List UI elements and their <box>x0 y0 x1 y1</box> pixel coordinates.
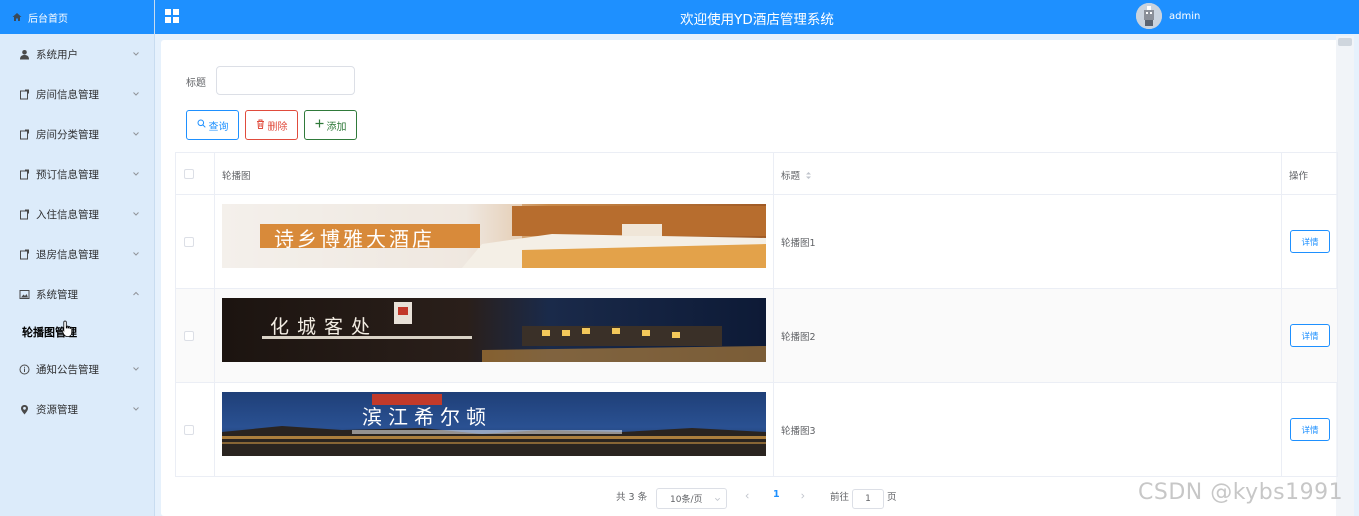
document-icon <box>19 129 30 140</box>
sidebar-home[interactable]: 后台首页 <box>0 0 154 34</box>
search-icon <box>197 119 206 131</box>
goto-page-input[interactable]: 1 <box>852 489 884 509</box>
sidebar-item-label: 房间分类管理 <box>36 128 99 141</box>
column-divider <box>214 153 215 476</box>
select-all-checkbox[interactable] <box>184 169 194 179</box>
query-button[interactable]: 查询 <box>186 110 239 140</box>
chevron-down-icon <box>132 365 140 373</box>
chevron-up-icon <box>132 290 140 298</box>
delete-button-label: 删除 <box>267 121 288 133</box>
column-header-title[interactable]: 标题 <box>781 168 812 182</box>
next-page-button[interactable] <box>799 492 806 500</box>
table-row: 诗乡博雅大酒店 轮播图1 详情 <box>176 195 1337 289</box>
pagination-total: 共 3 条 <box>616 492 648 503</box>
banner-image-3: 滨江希尔顿 <box>222 392 766 456</box>
detail-button[interactable]: 详情 <box>1290 418 1330 441</box>
sidebar-item-label: 预订信息管理 <box>36 168 99 181</box>
sort-icon[interactable] <box>805 171 812 180</box>
carousel-table: 轮播图 标题 操作 诗乡博雅大酒店 轮播图1 详情 化城客处 轮播图2 详情 滨… <box>175 152 1338 477</box>
sidebar-item-label: 通知公告管理 <box>36 363 99 376</box>
sidebar-item-label: 入住信息管理 <box>36 208 99 221</box>
row-checkbox[interactable] <box>184 331 194 341</box>
chevron-down-icon <box>132 250 140 258</box>
banner-image-1: 诗乡博雅大酒店 <box>222 204 766 268</box>
page-number-current[interactable]: 1 <box>773 489 780 500</box>
picture-icon <box>19 289 30 300</box>
delete-button[interactable]: 删除 <box>245 110 298 140</box>
sidebar-item-system-users[interactable]: 系统用户 <box>0 34 154 74</box>
sidebar-item-room-category[interactable]: 房间分类管理 <box>0 114 154 154</box>
chevron-down-icon <box>132 90 140 98</box>
goto-prefix: 前往 <box>830 492 850 503</box>
chevron-down-icon <box>132 50 140 58</box>
table-row: 化城客处 轮播图2 详情 <box>176 289 1337 383</box>
sidebar-item-label: 资源管理 <box>36 403 78 416</box>
sidebar-item-checkout[interactable]: 退房信息管理 <box>0 234 154 274</box>
table-row: 滨江希尔顿 轮播图3 详情 <box>176 383 1337 477</box>
query-button-label: 查询 <box>208 121 229 133</box>
sidebar-item-checkin[interactable]: 入住信息管理 <box>0 194 154 234</box>
sidebar-subitem-carousel[interactable]: 轮播图管理 <box>0 314 154 349</box>
sidebar-item-label: 退房信息管理 <box>36 248 99 261</box>
banner-text: 滨江希尔顿 <box>362 405 492 429</box>
vertical-scrollbar[interactable] <box>1336 36 1354 516</box>
top-header: 欢迎使用YD酒店管理系统 admin <box>155 0 1359 34</box>
column-divider <box>773 153 774 476</box>
row-checkbox[interactable] <box>184 425 194 435</box>
row-checkbox[interactable] <box>184 237 194 247</box>
sidebar: 后台首页 系统用户 房间信息管理 房间分类管理 预订信息管理 入住信息管理 退房… <box>0 0 155 516</box>
document-icon <box>19 209 30 220</box>
column-header-actions: 操作 <box>1289 171 1309 182</box>
hand-cursor-icon <box>61 320 73 337</box>
column-header-title-label: 标题 <box>781 171 801 182</box>
table-header: 轮播图 标题 操作 <box>176 153 1337 195</box>
sidebar-item-room-info[interactable]: 房间信息管理 <box>0 74 154 114</box>
info-icon <box>19 364 30 375</box>
sidebar-home-label: 后台首页 <box>28 13 68 25</box>
watermark: CSDN @kybs1991 <box>1138 480 1344 505</box>
sidebar-item-notice[interactable]: 通知公告管理 <box>0 349 154 389</box>
chevron-down-icon <box>132 170 140 178</box>
plus-icon <box>315 119 324 131</box>
avatar[interactable] <box>1136 3 1162 29</box>
trash-icon <box>256 119 265 132</box>
chevron-down-icon <box>132 405 140 413</box>
chevron-down-icon <box>132 130 140 138</box>
sidebar-item-system-manage[interactable]: 系统管理 <box>0 274 154 314</box>
title-search-input[interactable] <box>216 66 355 95</box>
chevron-down-icon <box>714 496 721 503</box>
detail-button[interactable]: 详情 <box>1290 230 1330 253</box>
search-label: 标题 <box>186 78 206 89</box>
page-size-value: 10条/页 <box>670 495 703 505</box>
sidebar-item-booking[interactable]: 预订信息管理 <box>0 154 154 194</box>
column-header-banner: 轮播图 <box>222 171 251 182</box>
username[interactable]: admin <box>1169 11 1200 22</box>
column-divider <box>1281 153 1282 476</box>
row-title: 轮播图1 <box>781 238 816 249</box>
sidebar-item-label: 系统用户 <box>36 48 78 61</box>
document-icon <box>19 249 30 260</box>
detail-button[interactable]: 详情 <box>1290 324 1330 347</box>
document-icon <box>19 169 30 180</box>
sidebar-item-label: 系统管理 <box>36 288 78 301</box>
add-button-label: 添加 <box>326 121 347 133</box>
banner-image-2: 化城客处 <box>222 298 766 362</box>
prev-page-button[interactable] <box>744 492 751 500</box>
row-title: 轮播图3 <box>781 426 816 437</box>
row-title: 轮播图2 <box>781 332 816 343</box>
home-icon <box>12 12 22 22</box>
sidebar-item-resources[interactable]: 资源管理 <box>0 389 154 429</box>
banner-text: 化城客处 <box>270 316 379 338</box>
user-icon <box>19 49 30 60</box>
chevron-down-icon <box>132 210 140 218</box>
sidebar-item-label: 房间信息管理 <box>36 88 99 101</box>
goto-suffix: 页 <box>887 492 897 503</box>
location-pin-icon <box>19 404 30 415</box>
add-button[interactable]: 添加 <box>304 110 357 140</box>
document-icon <box>19 89 30 100</box>
page-size-select[interactable]: 10条/页 <box>656 488 727 509</box>
scrollbar-thumb[interactable] <box>1338 38 1352 46</box>
banner-text: 诗乡博雅大酒店 <box>274 227 435 251</box>
